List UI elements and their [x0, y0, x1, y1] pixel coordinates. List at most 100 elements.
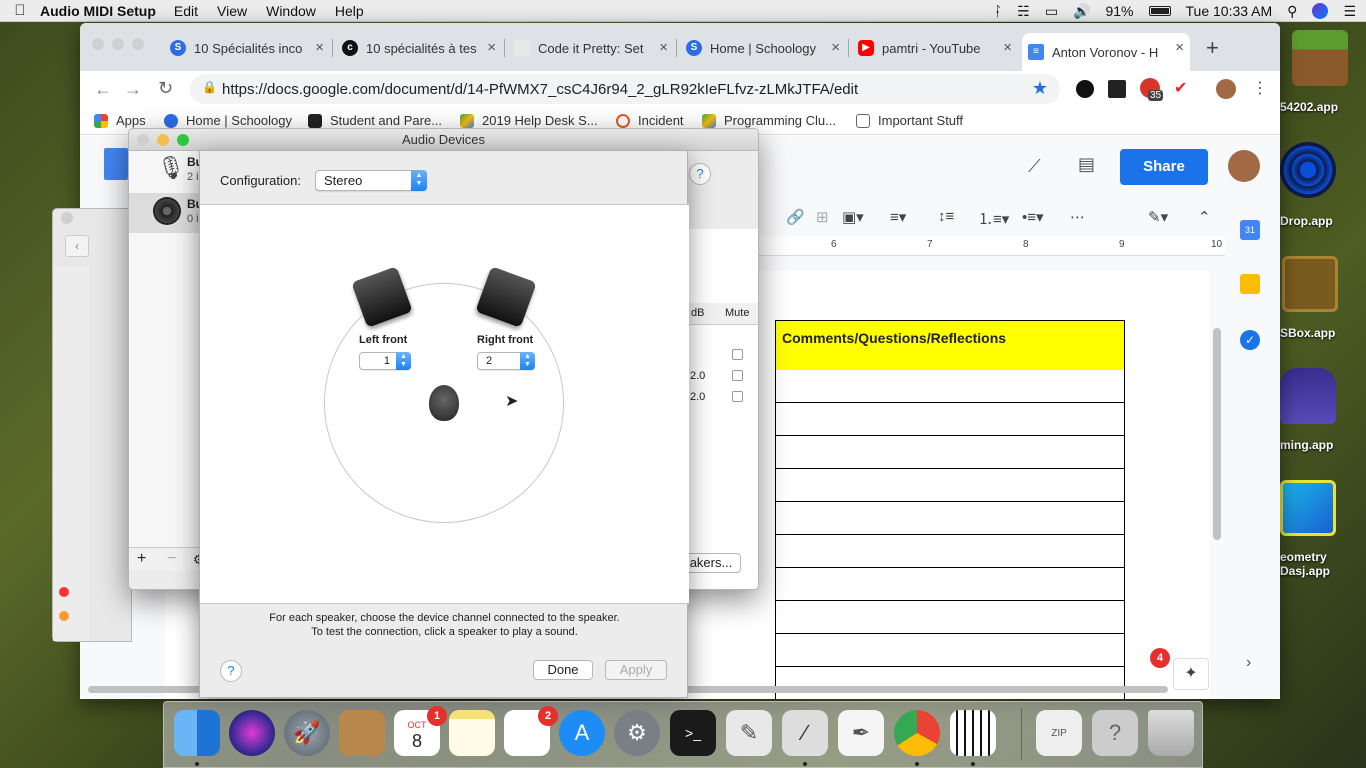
align-icon[interactable]: ≡▾: [890, 208, 906, 226]
mute-checkbox[interactable]: [732, 391, 743, 402]
close-tab-icon[interactable]: ×: [1003, 39, 1012, 56]
close-tab-icon[interactable]: ×: [487, 39, 496, 56]
finder-icon[interactable]: [174, 710, 220, 756]
mute-checkbox[interactable]: [732, 370, 743, 381]
chrome-icon[interactable]: [894, 710, 940, 756]
trash-icon[interactable]: [1148, 710, 1194, 756]
explore-button[interactable]: ✦: [1173, 658, 1209, 690]
add-comment-icon[interactable]: ⊞: [816, 208, 829, 226]
device-item-output[interactable]: Bu 0 i: [129, 193, 203, 233]
tab-anton-voronov[interactable]: ≡ Anton Voronov - H ×: [1022, 33, 1190, 71]
extension-icon[interactable]: [1108, 80, 1126, 98]
spotlight-icon[interactable]: ⚲: [1287, 3, 1297, 20]
scrollbar[interactable]: [1213, 328, 1221, 540]
close-tab-icon[interactable]: ×: [315, 39, 324, 56]
apple-menu-icon[interactable]: : [0, 2, 40, 19]
zip-archive-icon[interactable]: ZIP: [1036, 710, 1082, 756]
help-button[interactable]: ?: [689, 163, 711, 185]
desktop-icon-geometry[interactable]: eometry Dasj.app: [1280, 480, 1366, 578]
text-edit-icon[interactable]: ✒: [838, 710, 884, 756]
profile-avatar[interactable]: [1216, 79, 1236, 99]
close-window-button[interactable]: [92, 38, 104, 50]
zoom-window-button[interactable]: [177, 134, 189, 146]
bookmark-incident[interactable]: Incident: [616, 113, 684, 128]
right-channel-select[interactable]: 2 ▲ ▼: [477, 352, 535, 370]
menu-edit[interactable]: Edit: [174, 3, 198, 19]
collapse-toolbar-icon[interactable]: ⌃: [1198, 208, 1211, 226]
contacts-icon[interactable]: [339, 710, 385, 756]
keep-side-icon[interactable]: [1240, 274, 1260, 294]
unknown-volume-icon[interactable]: ?: [1092, 710, 1138, 756]
red-tag-icon[interactable]: [59, 587, 69, 597]
remove-device-button[interactable]: −: [167, 550, 176, 568]
bookmark-folder-important[interactable]: Important Stuff: [856, 113, 963, 128]
audio-midi-setup-icon[interactable]: [950, 710, 996, 756]
close-tab-icon[interactable]: ×: [1175, 39, 1184, 56]
numbered-list-icon[interactable]: ⒈≡▾: [978, 208, 1009, 229]
new-tab-button[interactable]: +: [1206, 35, 1219, 61]
table-header-cell[interactable]: Comments/Questions/Reflections: [775, 320, 1125, 371]
menu-window[interactable]: Window: [266, 3, 316, 19]
configuration-select[interactable]: Stereo ▲ ▼: [315, 170, 427, 191]
bookmark-student-parent[interactable]: Student and Pare...: [308, 113, 442, 128]
desktop-icon-sbox[interactable]: SBox.app: [1280, 256, 1366, 340]
mute-checkbox[interactable]: [732, 349, 743, 360]
app-name-menu[interactable]: Audio MIDI Setup: [40, 3, 156, 19]
left-channel-select[interactable]: 1 ▲ ▼: [359, 352, 411, 370]
bluetooth-icon[interactable]: ᛛ: [994, 3, 1002, 19]
bookmark-star-icon[interactable]: ★: [1032, 78, 1048, 99]
orange-tag-icon[interactable]: [59, 611, 69, 621]
tab-specialites-1[interactable]: S 10 Spécialités inco ×: [164, 33, 330, 63]
expand-panel-icon[interactable]: ›: [1246, 654, 1251, 672]
close-window-button[interactable]: [137, 134, 149, 146]
back-icon[interactable]: ←: [94, 79, 112, 100]
bookmark-schoology[interactable]: Home | Schoology: [164, 113, 292, 128]
close-tab-icon[interactable]: ×: [659, 39, 668, 56]
desktop-icon-airdrop[interactable]: Drop.app: [1280, 142, 1366, 228]
close-tab-icon[interactable]: ×: [831, 39, 840, 56]
add-device-button[interactable]: +: [137, 550, 146, 568]
system-preferences-icon[interactable]: ⚙: [614, 710, 660, 756]
configure-speakers-button[interactable]: akers...: [681, 553, 741, 573]
help-button[interactable]: ?: [220, 660, 242, 682]
table-body[interactable]: [775, 370, 1125, 699]
menu-help[interactable]: Help: [335, 3, 364, 19]
reload-icon[interactable]: ↻: [158, 78, 173, 99]
bookmark-help-desk[interactable]: 2019 Help Desk S...: [460, 113, 598, 128]
menu-view[interactable]: View: [217, 3, 247, 19]
launchpad-icon[interactable]: 🚀: [284, 710, 330, 756]
edit-mode-icon[interactable]: ✎▾: [1148, 208, 1168, 226]
chrome-menu-icon[interactable]: ⋮: [1252, 78, 1268, 98]
app-store-icon[interactable]: A: [559, 710, 605, 756]
close-window-button[interactable]: [61, 212, 73, 224]
forward-icon[interactable]: →: [124, 79, 142, 100]
insert-image-icon[interactable]: ▣▾: [842, 208, 864, 226]
siri-icon[interactable]: [229, 710, 275, 756]
check-extension-icon[interactable]: ✔: [1174, 78, 1187, 98]
minimize-window-button[interactable]: [157, 134, 169, 146]
notes-icon[interactable]: [449, 710, 495, 756]
desktop-icon-minecraft[interactable]: 54202.app: [1280, 30, 1366, 114]
zoom-window-button[interactable]: [132, 38, 144, 50]
tab-home-schoology[interactable]: S Home | Schoology ×: [680, 33, 846, 63]
editor-app-icon[interactable]: ∕: [782, 710, 828, 756]
desktop-icon-game[interactable]: ming.app: [1280, 368, 1366, 452]
link-icon[interactable]: 🔗: [786, 208, 805, 226]
bulleted-list-icon[interactable]: •≡▾: [1022, 208, 1044, 226]
minimize-window-button[interactable]: [112, 38, 124, 50]
tab-code-it-pretty[interactable]: Code it Pretty: Set ×: [508, 33, 674, 63]
tab-youtube[interactable]: ▶ pamtri - YouTube ×: [852, 33, 1018, 63]
back-icon[interactable]: ‹: [65, 235, 89, 257]
airplay-icon[interactable]: ▭: [1045, 3, 1058, 20]
battery-percent[interactable]: 91%: [1105, 3, 1133, 19]
script-editor-icon[interactable]: ✎: [726, 710, 772, 756]
siri-icon[interactable]: [1312, 3, 1329, 19]
volume-icon[interactable]: 🔊: [1073, 3, 1090, 20]
wifi-icon[interactable]: ☵: [1017, 3, 1030, 20]
extension-icon[interactable]: [1076, 80, 1094, 98]
bookmark-apps[interactable]: Apps: [94, 113, 146, 128]
clock[interactable]: Tue 10:33 AM: [1186, 3, 1273, 19]
tasks-side-icon[interactable]: ✓: [1240, 330, 1260, 350]
line-spacing-icon[interactable]: ↕≡: [938, 208, 954, 225]
bookmark-programming[interactable]: Programming Clu...: [702, 113, 836, 128]
